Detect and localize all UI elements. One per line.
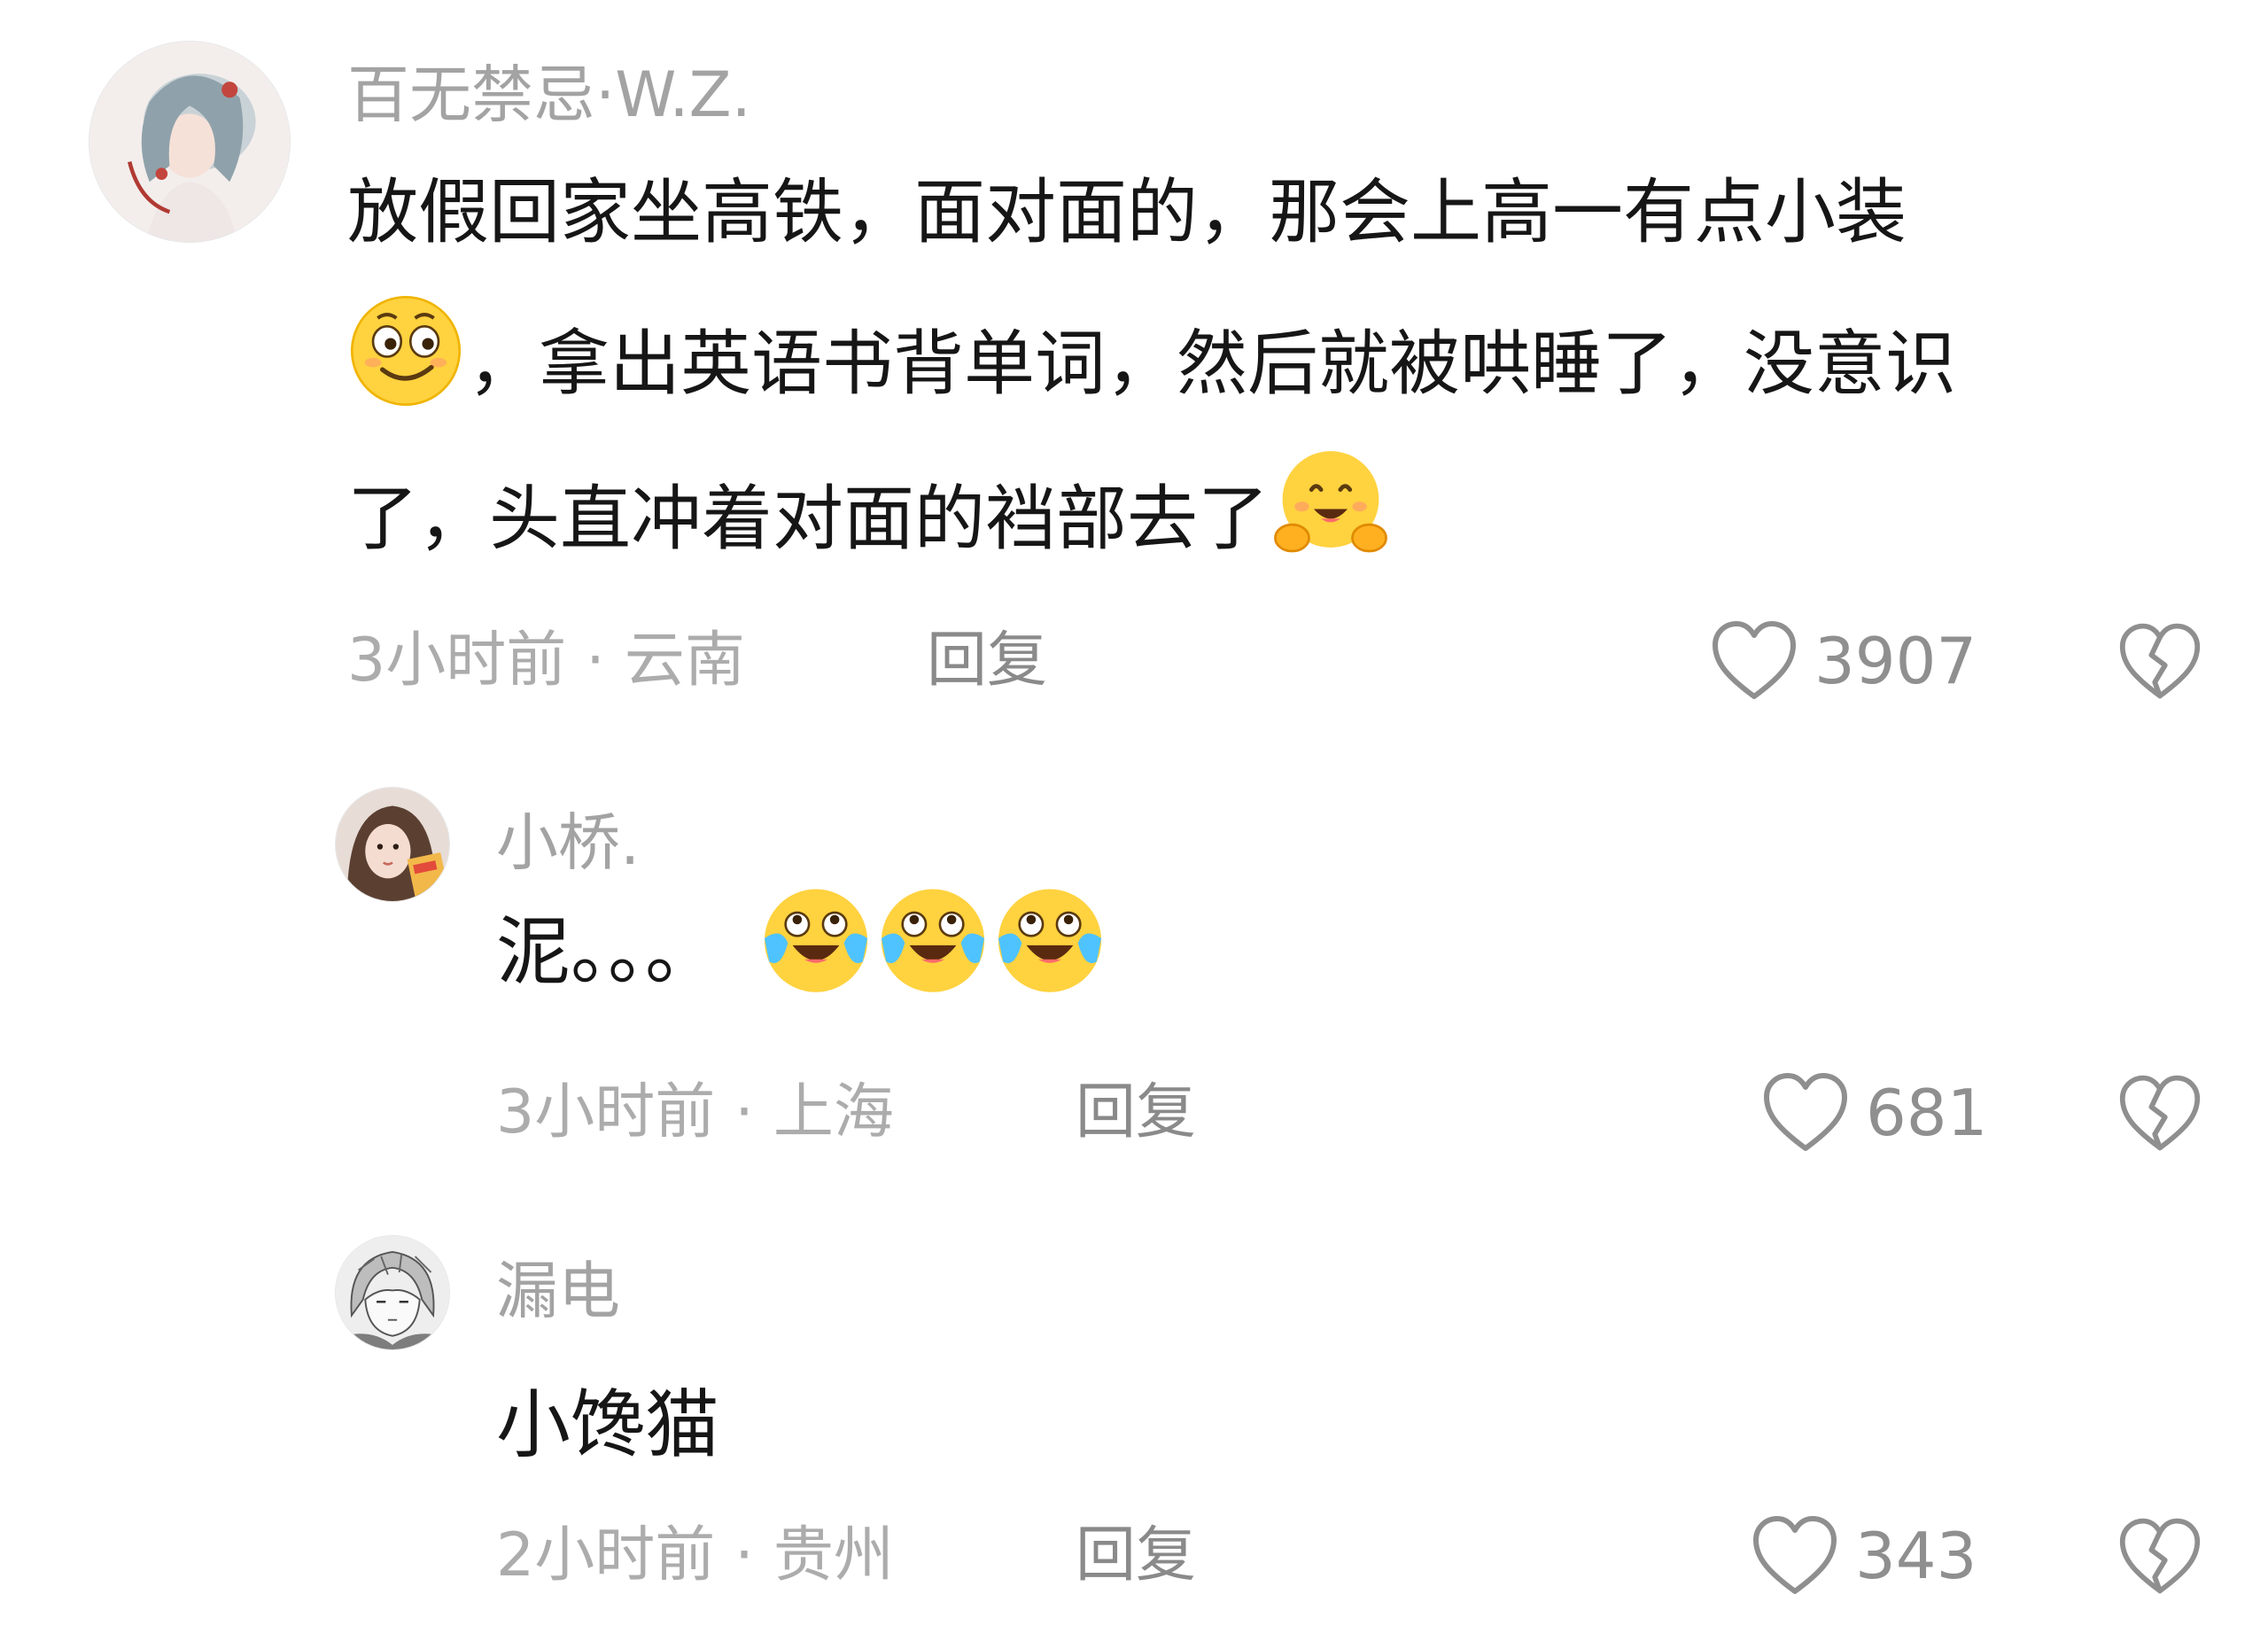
avatar-manga-icon <box>336 1236 449 1349</box>
reply-item: 漏电 小馋猫 2小时前 · 贵州 回复 343 <box>0 1214 2268 1604</box>
reply-username[interactable]: 漏电 <box>496 1260 620 1322</box>
meta-separator: · <box>734 1520 754 1590</box>
reply-meta: 2小时前 · 贵州 <box>496 1526 894 1586</box>
reply-content-text: 泥。。。 <box>496 908 720 995</box>
dislike-button[interactable] <box>2117 1517 2202 1597</box>
like-button[interactable]: 3907 <box>1710 620 1977 702</box>
avatar[interactable] <box>335 1235 450 1350</box>
comment-content-line: 了，头直冲着对面的裆部去了 <box>347 451 1391 564</box>
reply-location: 贵州 <box>773 1520 894 1590</box>
reply-meta: 3小时前 · 上海 <box>496 1083 894 1143</box>
reply-time: 2小时前 <box>496 1520 716 1590</box>
heart-icon <box>1713 621 1796 699</box>
meta-separator: · <box>586 626 605 696</box>
crying-laughing-face-icon <box>757 880 874 997</box>
reply-content: 小馋猫 <box>496 1381 720 1468</box>
comment-meta: 3小时前 · 云南 <box>347 631 745 691</box>
avatar-photo-icon <box>336 788 449 901</box>
broken-heart-icon <box>2119 1075 2201 1151</box>
dislike-button[interactable] <box>2117 1074 2202 1154</box>
smirk-face-icon <box>347 292 464 409</box>
meta-separator: · <box>734 1077 754 1147</box>
reply-time: 3小时前 <box>496 1077 716 1147</box>
heart-icon <box>1753 1516 1837 1594</box>
like-count: 343 <box>1855 1519 1977 1593</box>
like-button[interactable]: 681 <box>1761 1072 1987 1154</box>
comment-content-line: 放假回家坐高铁，面对面的，那会上高一有点小装 <box>347 171 1907 253</box>
avatar-illustration-icon <box>89 42 290 242</box>
reply-item: 小桥. 泥。。。 3小时前 · 上海 回复 681 <box>0 762 2268 1170</box>
hug-face-icon <box>1270 444 1391 564</box>
avatar[interactable] <box>89 41 291 243</box>
crying-laughing-face-icon <box>991 880 1108 997</box>
comment-location: 云南 <box>624 626 745 696</box>
like-button[interactable]: 343 <box>1751 1515 1977 1597</box>
avatar[interactable] <box>335 787 450 902</box>
comment-content-text: ，拿出英语书背单词，然后就被哄睡了，没意识 <box>468 322 1956 405</box>
reply-location: 上海 <box>773 1077 894 1147</box>
broken-heart-icon <box>2119 623 2201 699</box>
crying-laughing-face-icon <box>874 880 991 997</box>
heart-icon <box>1764 1073 1847 1151</box>
reply-button[interactable]: 回复 <box>1076 1083 1196 1143</box>
comment-content-text: 了，头直冲着对面的裆部去了 <box>347 477 1269 560</box>
comment-time: 3小时前 <box>347 626 567 696</box>
comment-username[interactable]: 百无禁忌·W.Z. <box>347 64 751 126</box>
dislike-button[interactable] <box>2117 622 2202 702</box>
reply-button[interactable]: 回复 <box>1076 1526 1196 1586</box>
like-count: 3907 <box>1814 624 1977 698</box>
reply-button[interactable]: 回复 <box>927 631 1047 691</box>
broken-heart-icon <box>2119 1518 2201 1594</box>
reply-username[interactable]: 小桥. <box>496 812 640 874</box>
comment-item: 百无禁忌·W.Z. 放假回家坐高铁，面对面的，那会上高一有点小装 ，拿出英语书背… <box>0 0 2268 727</box>
reply-content: 泥。。。 <box>496 889 1108 997</box>
like-count: 681 <box>1866 1076 1988 1150</box>
comment-content-line: ，拿出英语书背单词，然后就被哄睡了，没意识 <box>347 295 1956 409</box>
